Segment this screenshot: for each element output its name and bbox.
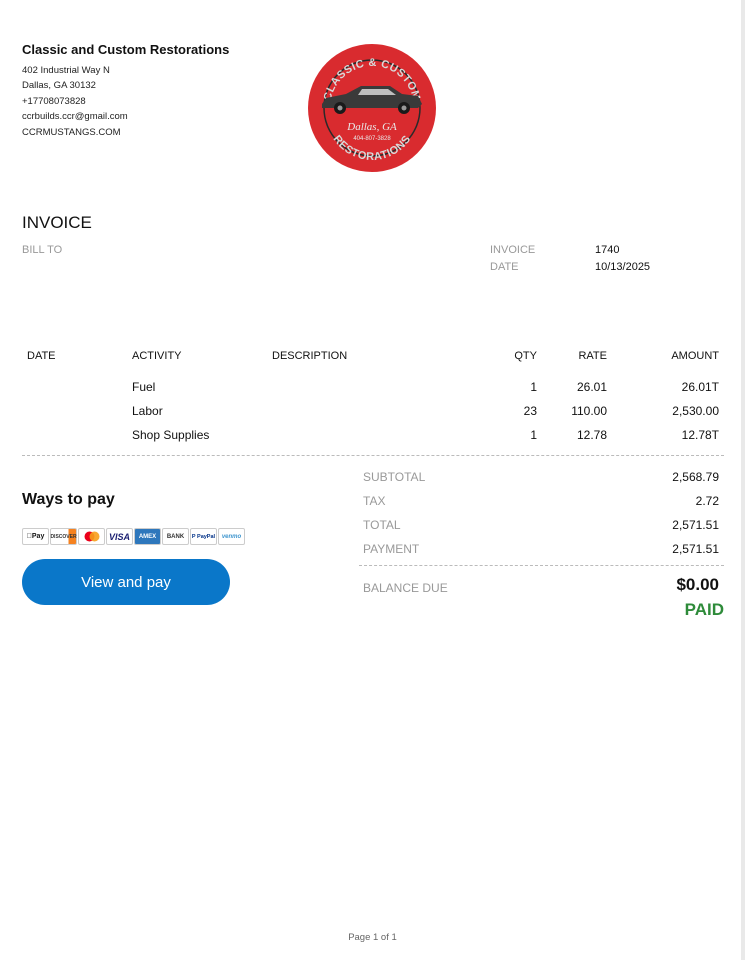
row-activity: Fuel bbox=[132, 380, 156, 394]
row-qty: 23 bbox=[523, 404, 537, 418]
company-email: ccrbuilds.ccr@gmail.com bbox=[22, 111, 128, 122]
amex-icon: AMEX bbox=[134, 528, 161, 545]
paypal-icon: P PayPal bbox=[190, 528, 217, 545]
page-indicator: Page 1 of 1 bbox=[348, 932, 397, 943]
table-divider bbox=[22, 455, 724, 456]
company-name: Classic and Custom Restorations bbox=[22, 42, 230, 57]
row-amount: 2,530.00 bbox=[672, 404, 719, 418]
company-phone: +17708073828 bbox=[22, 96, 86, 107]
apple-pay-icon: Pay bbox=[22, 528, 49, 545]
row-rate: 26.01 bbox=[576, 380, 607, 394]
discover-icon: DISCOVER bbox=[50, 528, 77, 545]
svg-text:Dallas, GA: Dallas, GA bbox=[346, 121, 397, 133]
company-logo: CLASSIC & CUSTOM Dallas, GA 404-807-3828… bbox=[308, 44, 436, 172]
row-qty: 1 bbox=[530, 428, 537, 442]
subtotal-label: SUBTOTAL bbox=[363, 470, 426, 484]
bill-to-label: BILL TO bbox=[22, 244, 63, 256]
invoice-title: INVOICE bbox=[22, 213, 92, 232]
column-header-activity: ACTIVITY bbox=[132, 350, 182, 362]
view-and-pay-button[interactable]: View and pay bbox=[22, 559, 230, 605]
svg-text:404-807-3828: 404-807-3828 bbox=[353, 136, 391, 142]
subtotal-value: 2,568.79 bbox=[672, 470, 719, 484]
payment-methods: Pay DISCOVER VISA AMEX BANK P PayPal ve… bbox=[22, 528, 245, 545]
tax-label: TAX bbox=[363, 494, 386, 508]
invoice-number: 1740 bbox=[595, 244, 620, 256]
balance-due-value: $0.00 bbox=[676, 575, 719, 594]
summary-divider bbox=[359, 565, 724, 566]
bank-icon: BANK bbox=[162, 528, 189, 545]
payment-value: 2,571.51 bbox=[672, 542, 719, 556]
mastercard-icon bbox=[78, 528, 105, 545]
column-header-date: DATE bbox=[27, 350, 56, 362]
row-qty: 1 bbox=[530, 380, 537, 394]
tax-value: 2.72 bbox=[695, 494, 719, 508]
row-amount: 12.78T bbox=[681, 428, 719, 442]
ways-to-pay-heading: Ways to pay bbox=[22, 491, 115, 508]
venmo-icon: venmo bbox=[218, 528, 245, 545]
invoice-date: 10/13/2025 bbox=[595, 261, 651, 273]
balance-due-label: BALANCE DUE bbox=[363, 581, 448, 595]
column-header-rate: RATE bbox=[578, 350, 607, 362]
column-header-qty: QTY bbox=[514, 350, 537, 362]
row-amount: 26.01T bbox=[681, 380, 719, 394]
row-rate: 110.00 bbox=[571, 404, 607, 418]
payment-label: PAYMENT bbox=[363, 542, 420, 556]
visa-icon: VISA bbox=[106, 528, 133, 545]
paid-status-badge: PAID bbox=[684, 600, 724, 619]
total-label: TOTAL bbox=[363, 518, 401, 532]
page-edge bbox=[741, 0, 745, 960]
row-rate: 12.78 bbox=[576, 428, 607, 442]
column-header-amount: AMOUNT bbox=[671, 350, 719, 362]
company-website: CCRMUSTANGS.COM bbox=[22, 127, 121, 138]
total-value: 2,571.51 bbox=[672, 518, 719, 532]
company-address-line2: Dallas, GA 30132 bbox=[22, 80, 96, 91]
invoice-date-label: DATE bbox=[490, 261, 519, 273]
row-activity: Labor bbox=[132, 404, 163, 418]
column-header-description: DESCRIPTION bbox=[272, 350, 348, 362]
row-activity: Shop Supplies bbox=[132, 428, 210, 442]
invoice-number-label: INVOICE bbox=[490, 244, 536, 256]
company-address-line1: 402 Industrial Way N bbox=[22, 65, 110, 76]
